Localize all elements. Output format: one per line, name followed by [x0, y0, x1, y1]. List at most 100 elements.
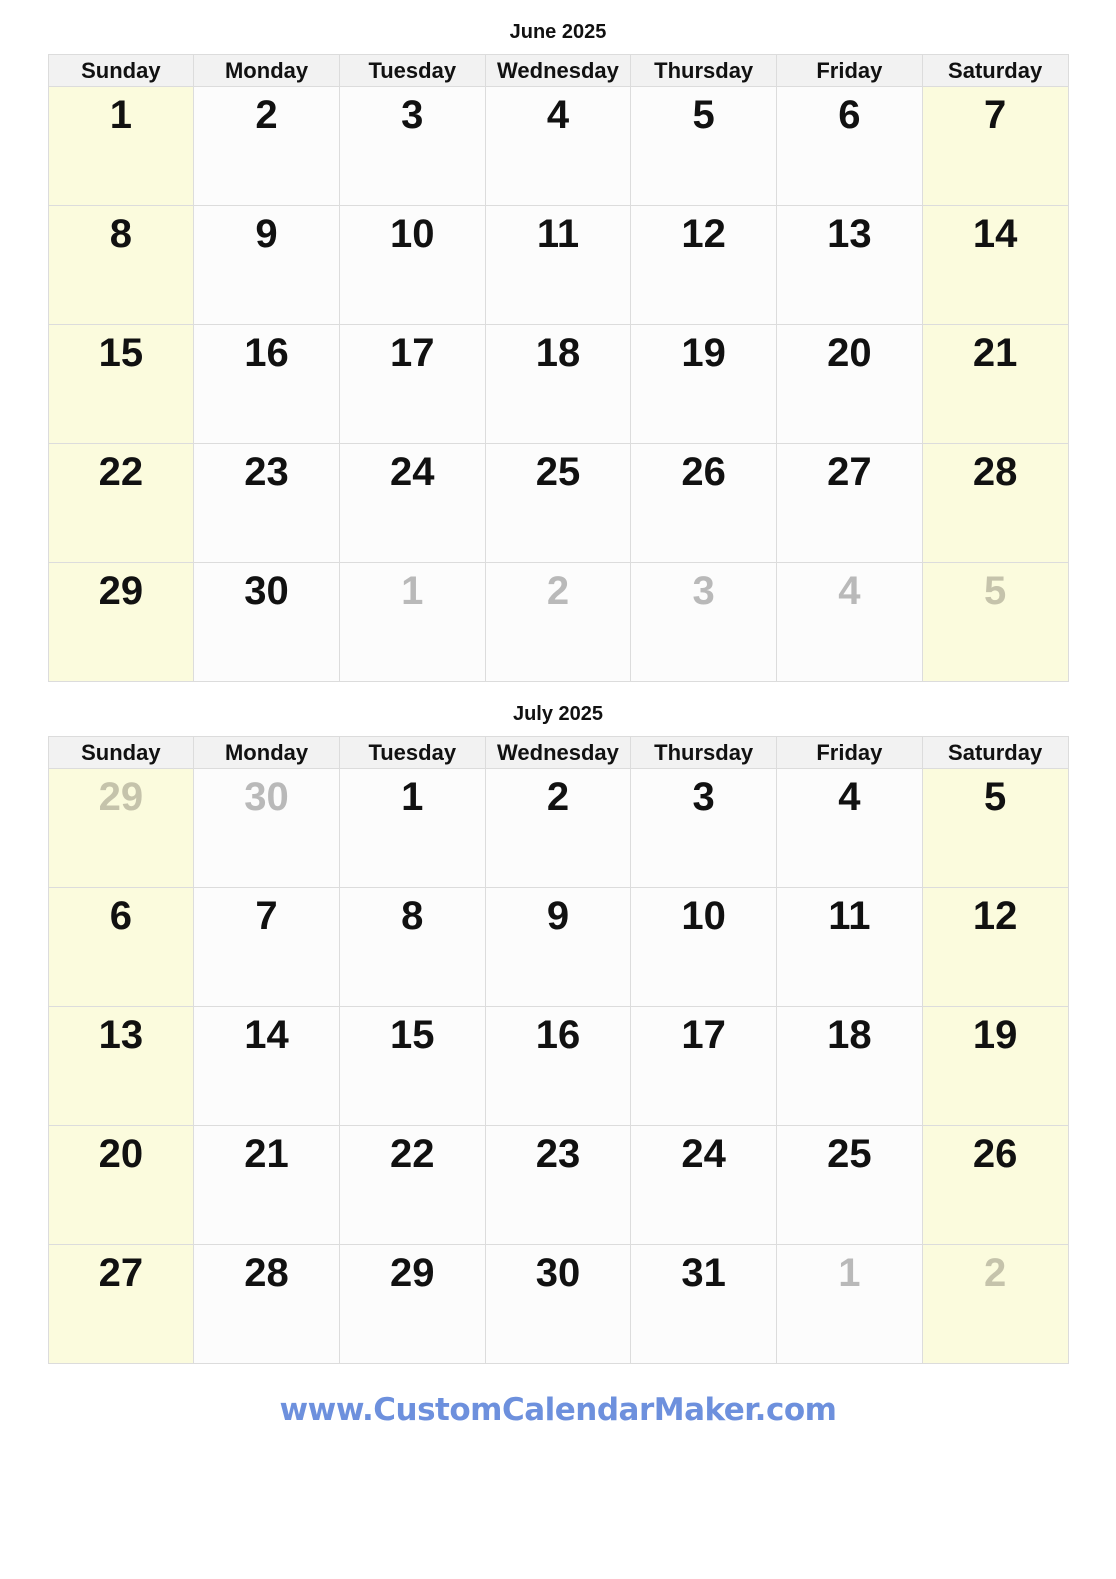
day-number: 18: [535, 331, 581, 375]
calendar-day-cell[interactable]: 12: [630, 205, 778, 325]
calendar-grid-july: Sunday Monday Tuesday Wednesday Thursday…: [47, 736, 1069, 1364]
day-number: 21: [972, 331, 1018, 375]
calendar-day-cell[interactable]: 24: [630, 1125, 778, 1245]
calendar-day-cell[interactable]: 22: [338, 1125, 486, 1245]
calendar-day-cell[interactable]: 13: [776, 205, 923, 325]
day-number: 7: [255, 894, 278, 938]
calendar-day-cell[interactable]: 21: [921, 324, 1069, 444]
day-number: 2: [546, 569, 570, 613]
calendar-day-cell[interactable]: 19: [630, 324, 778, 444]
calendar-day-cell[interactable]: 4: [484, 86, 632, 206]
calendar-day-cell[interactable]: 5: [921, 768, 1069, 888]
calendar-week-row: 20 21 22 23 24 25 26: [47, 1125, 1069, 1245]
calendar-day-cell[interactable]: 7: [921, 86, 1069, 206]
calendar-day-cell[interactable]: 14: [193, 1006, 340, 1126]
calendar-day-cell[interactable]: 5: [630, 86, 778, 206]
calendar-day-cell[interactable]: 10: [630, 887, 778, 1007]
calendar-day-cell[interactable]: 18: [484, 324, 632, 444]
calendar-day-cell[interactable]: 16: [484, 1006, 632, 1126]
calendar-day-cell[interactable]: 9: [484, 887, 632, 1007]
calendar-day-cell[interactable]: 3: [630, 768, 778, 888]
calendar-day-cell[interactable]: 1: [338, 562, 486, 682]
day-number: 23: [535, 1132, 581, 1176]
day-number: 26: [972, 1132, 1018, 1176]
top-spacer: [0, 0, 1116, 22]
day-number: 5: [983, 775, 1007, 819]
calendar-day-cell[interactable]: 21: [193, 1125, 340, 1245]
calendar-day-cell[interactable]: 27: [47, 1244, 195, 1364]
calendar-day-cell[interactable]: 1: [47, 86, 195, 206]
title-spacer-june: [48, 42, 1069, 54]
calendar-day-cell[interactable]: 29: [338, 1244, 486, 1364]
calendar-day-cell[interactable]: 17: [338, 324, 486, 444]
calendar-day-cell[interactable]: 8: [338, 887, 486, 1007]
calendar-day-cell[interactable]: 18: [776, 1006, 923, 1126]
calendar-day-cell[interactable]: 25: [484, 443, 632, 563]
calendar-day-cell[interactable]: 5: [921, 562, 1069, 682]
calendar-day-cell[interactable]: 2: [484, 768, 632, 888]
calendar-day-cell[interactable]: 30: [484, 1244, 632, 1364]
day-number: 2: [255, 93, 278, 137]
day-number: 30: [535, 1251, 581, 1295]
day-number: 26: [681, 450, 726, 494]
weekday-header-thursday: Thursday: [630, 736, 778, 769]
calendar-week-row: 22 23 24 25 26 27 28: [47, 443, 1069, 563]
calendar-day-cell[interactable]: 20: [47, 1125, 195, 1245]
weekday-header-wednesday: Wednesday: [484, 54, 632, 87]
calendar-day-cell[interactable]: 30: [193, 562, 340, 682]
calendar-day-cell[interactable]: 13: [47, 1006, 195, 1126]
calendar-day-cell[interactable]: 29: [47, 562, 195, 682]
month-title-june: June 2025: [509, 21, 607, 43]
calendar-day-cell[interactable]: 29: [47, 768, 195, 888]
calendar-day-cell[interactable]: 23: [484, 1125, 632, 1245]
calendar-day-cell[interactable]: 16: [193, 324, 340, 444]
day-number: 14: [972, 212, 1018, 256]
calendar-day-cell[interactable]: 4: [776, 768, 923, 888]
calendar-day-cell[interactable]: 23: [193, 443, 340, 563]
weekday-header-monday: Monday: [193, 736, 340, 769]
calendar-day-cell[interactable]: 2: [921, 1244, 1069, 1364]
calendar-day-cell[interactable]: 28: [193, 1244, 340, 1364]
calendar-day-cell[interactable]: 28: [921, 443, 1069, 563]
calendar-day-cell[interactable]: 1: [776, 1244, 923, 1364]
calendar-day-cell[interactable]: 27: [776, 443, 923, 563]
calendar-day-cell[interactable]: 2: [484, 562, 632, 682]
calendar-day-cell[interactable]: 12: [921, 887, 1069, 1007]
day-number: 29: [390, 1251, 435, 1295]
calendar-day-cell[interactable]: 20: [776, 324, 923, 444]
day-number: 27: [98, 1251, 144, 1295]
calendar-day-cell[interactable]: 10: [338, 205, 486, 325]
calendar-day-cell[interactable]: 11: [776, 887, 923, 1007]
calendar-day-cell[interactable]: 6: [47, 887, 195, 1007]
calendar-day-cell[interactable]: 6: [776, 86, 923, 206]
calendar-day-cell[interactable]: 3: [630, 562, 778, 682]
calendar-day-cell[interactable]: 26: [921, 1125, 1069, 1245]
calendar-week-row: 8 9 10 11 12 13 14: [47, 205, 1069, 325]
calendar-day-cell[interactable]: 8: [47, 205, 195, 325]
calendar-day-cell[interactable]: 7: [193, 887, 340, 1007]
calendar-grid-june: Sunday Monday Tuesday Wednesday Thursday…: [47, 54, 1069, 682]
calendar-day-cell[interactable]: 25: [776, 1125, 923, 1245]
calendar-day-cell[interactable]: 17: [630, 1006, 778, 1126]
calendar-day-cell[interactable]: 15: [338, 1006, 486, 1126]
month-title-july: July 2025: [512, 703, 604, 725]
calendar-day-cell[interactable]: 31: [630, 1244, 778, 1364]
calendar-day-cell[interactable]: 9: [193, 205, 340, 325]
calendar-day-cell[interactable]: 4: [776, 562, 923, 682]
calendar-day-cell[interactable]: 15: [47, 324, 195, 444]
calendar-day-cell[interactable]: 1: [338, 768, 486, 888]
day-number: 10: [390, 212, 435, 256]
calendar-day-cell[interactable]: 14: [921, 205, 1069, 325]
calendar-day-cell[interactable]: 3: [338, 86, 486, 206]
calendar-day-cell[interactable]: 2: [193, 86, 340, 206]
weekday-header-row-july: Sunday Monday Tuesday Wednesday Thursday…: [47, 736, 1069, 769]
calendar-day-cell[interactable]: 26: [630, 443, 778, 563]
day-number: 15: [390, 1013, 435, 1057]
calendar-day-cell[interactable]: 11: [484, 205, 632, 325]
calendar-day-cell[interactable]: 30: [193, 768, 340, 888]
calendar-day-cell[interactable]: 22: [47, 443, 195, 563]
calendar-day-cell[interactable]: 24: [338, 443, 486, 563]
site-url-link[interactable]: www.CustomCalendarMaker.com: [280, 1392, 837, 1428]
calendar-day-cell[interactable]: 19: [921, 1006, 1069, 1126]
calendar-week-row: 1 2 3 4 5 6 7: [47, 86, 1069, 206]
